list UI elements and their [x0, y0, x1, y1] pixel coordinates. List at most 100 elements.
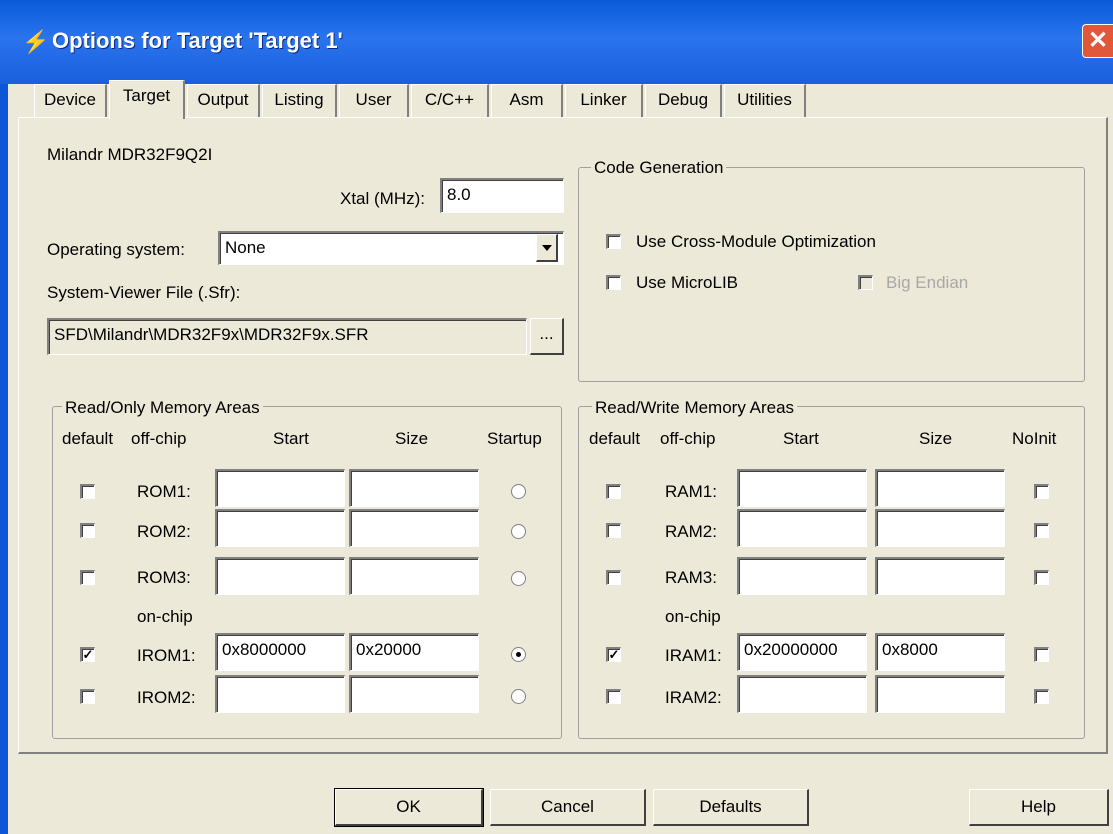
cancel-button[interactable]: Cancel: [490, 789, 646, 826]
sfr-path-field[interactable]: SFD\Milandr\MDR32F9x\MDR32F9x.SFR: [47, 318, 527, 355]
iram1-noinit-checkbox[interactable]: [1034, 647, 1049, 662]
irom2-label: IROM2:: [137, 688, 196, 707]
xtal-label: Xtal (MHz):: [340, 189, 425, 208]
rom3-startup-radio[interactable]: [511, 571, 526, 586]
close-icon: ✕: [1087, 27, 1109, 54]
sfr-browse-button[interactable]: ...: [530, 318, 564, 355]
help-button[interactable]: Help: [969, 789, 1109, 826]
rom1-startup-radio[interactable]: [511, 484, 526, 499]
iram2-noinit-checkbox[interactable]: [1034, 689, 1049, 704]
irom2-startup-radio[interactable]: [511, 689, 526, 704]
big-endian-checkbox: [858, 275, 873, 290]
code-generation-title: Code Generation: [591, 157, 727, 179]
tab-output[interactable]: Output: [187, 84, 260, 117]
ram1-start-input[interactable]: [737, 469, 867, 507]
ram3-size-input[interactable]: [875, 557, 1005, 595]
irom2-size-input[interactable]: [349, 675, 479, 713]
ram1-default-checkbox[interactable]: [606, 484, 621, 499]
rom1-size-input[interactable]: [349, 469, 479, 507]
chevron-down-icon: [542, 245, 552, 251]
iram2-start-input[interactable]: [737, 675, 867, 713]
ok-button[interactable]: OK: [334, 788, 484, 827]
window-title: Options for Target 'Target 1': [52, 28, 343, 53]
cross-module-label[interactable]: Use Cross-Module Optimization: [636, 231, 876, 253]
tab-utilities[interactable]: Utilities: [724, 84, 806, 117]
rom-header-startup: Startup: [487, 429, 542, 448]
rom3-label: ROM3:: [137, 568, 191, 587]
tab-linker[interactable]: Linker: [565, 84, 643, 117]
iram2-size-input[interactable]: [875, 675, 1005, 713]
close-button[interactable]: ✕: [1082, 24, 1113, 58]
tab-cpp[interactable]: C/C++: [411, 84, 489, 117]
keil-app-icon: ⚡: [22, 29, 50, 54]
xtal-input[interactable]: 8.0: [440, 178, 564, 213]
ram-header-size: Size: [919, 429, 953, 448]
ram2-label: RAM2:: [665, 522, 717, 541]
irom1-label: IROM1:: [137, 646, 196, 665]
iram2-default-checkbox[interactable]: [606, 689, 621, 704]
ram3-noinit-checkbox[interactable]: [1034, 570, 1049, 585]
microlib-checkbox[interactable]: [606, 275, 621, 290]
iram1-label: IRAM1:: [665, 646, 722, 665]
rom3-start-input[interactable]: [215, 557, 345, 595]
rom-onchip-label: on-chip: [137, 607, 193, 626]
irom2-default-checkbox[interactable]: [80, 689, 95, 704]
ram1-label: RAM1:: [665, 482, 717, 501]
ram3-default-checkbox[interactable]: [606, 570, 621, 585]
rom-header-default: default: [62, 429, 114, 448]
ram2-start-input[interactable]: [737, 509, 867, 547]
rom-header-offchip: off-chip: [131, 429, 187, 448]
os-select-value: None: [225, 238, 266, 257]
cross-module-checkbox[interactable]: [606, 234, 621, 249]
microlib-label[interactable]: Use MicroLIB: [636, 272, 738, 294]
device-name: Milandr MDR32F9Q2I: [47, 145, 213, 164]
rom1-start-input[interactable]: [215, 469, 345, 507]
checkmark-icon: ✓: [608, 647, 620, 662]
iram1-start-input[interactable]: 0x20000000: [737, 633, 867, 671]
rom-areas-title: Read/Only Memory Areas: [62, 397, 263, 419]
rom2-start-input[interactable]: [215, 509, 345, 547]
os-select[interactable]: None: [218, 231, 564, 265]
ram2-size-input[interactable]: [875, 509, 1005, 547]
window-frame-left: [0, 84, 8, 834]
ram1-size-input[interactable]: [875, 469, 1005, 507]
checkmark-icon: ✓: [82, 647, 94, 662]
os-dropdown-button[interactable]: [536, 234, 558, 262]
rom-header-start: Start: [273, 429, 309, 448]
ram-areas-title: Read/Write Memory Areas: [592, 397, 798, 419]
radio-selected-icon: [516, 652, 521, 657]
rom2-label: ROM2:: [137, 522, 191, 541]
defaults-button[interactable]: Defaults: [653, 789, 809, 826]
tab-asm[interactable]: Asm: [491, 84, 563, 117]
irom1-size-input[interactable]: 0x20000: [349, 633, 479, 671]
rom2-size-input[interactable]: [349, 509, 479, 547]
irom1-startup-radio[interactable]: [511, 647, 526, 662]
ram3-start-input[interactable]: [737, 557, 867, 595]
ram-header-offchip: off-chip: [660, 429, 716, 448]
tab-target[interactable]: Target: [109, 80, 185, 119]
irom1-default-checkbox[interactable]: ✓: [80, 647, 95, 662]
rom2-default-checkbox[interactable]: [80, 523, 95, 538]
tab-listing[interactable]: Listing: [262, 84, 337, 117]
iram1-default-checkbox[interactable]: ✓: [606, 647, 621, 662]
ram2-noinit-checkbox[interactable]: [1034, 523, 1049, 538]
ram-header-default: default: [589, 429, 641, 448]
rom3-default-checkbox[interactable]: [80, 570, 95, 585]
irom1-start-input[interactable]: 0x8000000: [215, 633, 345, 671]
rom2-startup-radio[interactable]: [511, 524, 526, 539]
sfr-label: System-Viewer File (.Sfr):: [47, 283, 241, 302]
ram-header-start: Start: [783, 429, 819, 448]
ram1-noinit-checkbox[interactable]: [1034, 484, 1049, 499]
rom1-default-checkbox[interactable]: [80, 484, 95, 499]
ram2-default-checkbox[interactable]: [606, 523, 621, 538]
ram3-label: RAM3:: [665, 568, 717, 587]
rom-header-size: Size: [395, 429, 429, 448]
iram1-size-input[interactable]: 0x8000: [875, 633, 1005, 671]
irom2-start-input[interactable]: [215, 675, 345, 713]
rom3-size-input[interactable]: [349, 557, 479, 595]
tab-debug[interactable]: Debug: [645, 84, 722, 117]
rom1-label: ROM1:: [137, 482, 191, 501]
os-label: Operating system:: [47, 240, 185, 259]
tab-device[interactable]: Device: [34, 84, 107, 117]
tab-user[interactable]: User: [339, 84, 409, 117]
